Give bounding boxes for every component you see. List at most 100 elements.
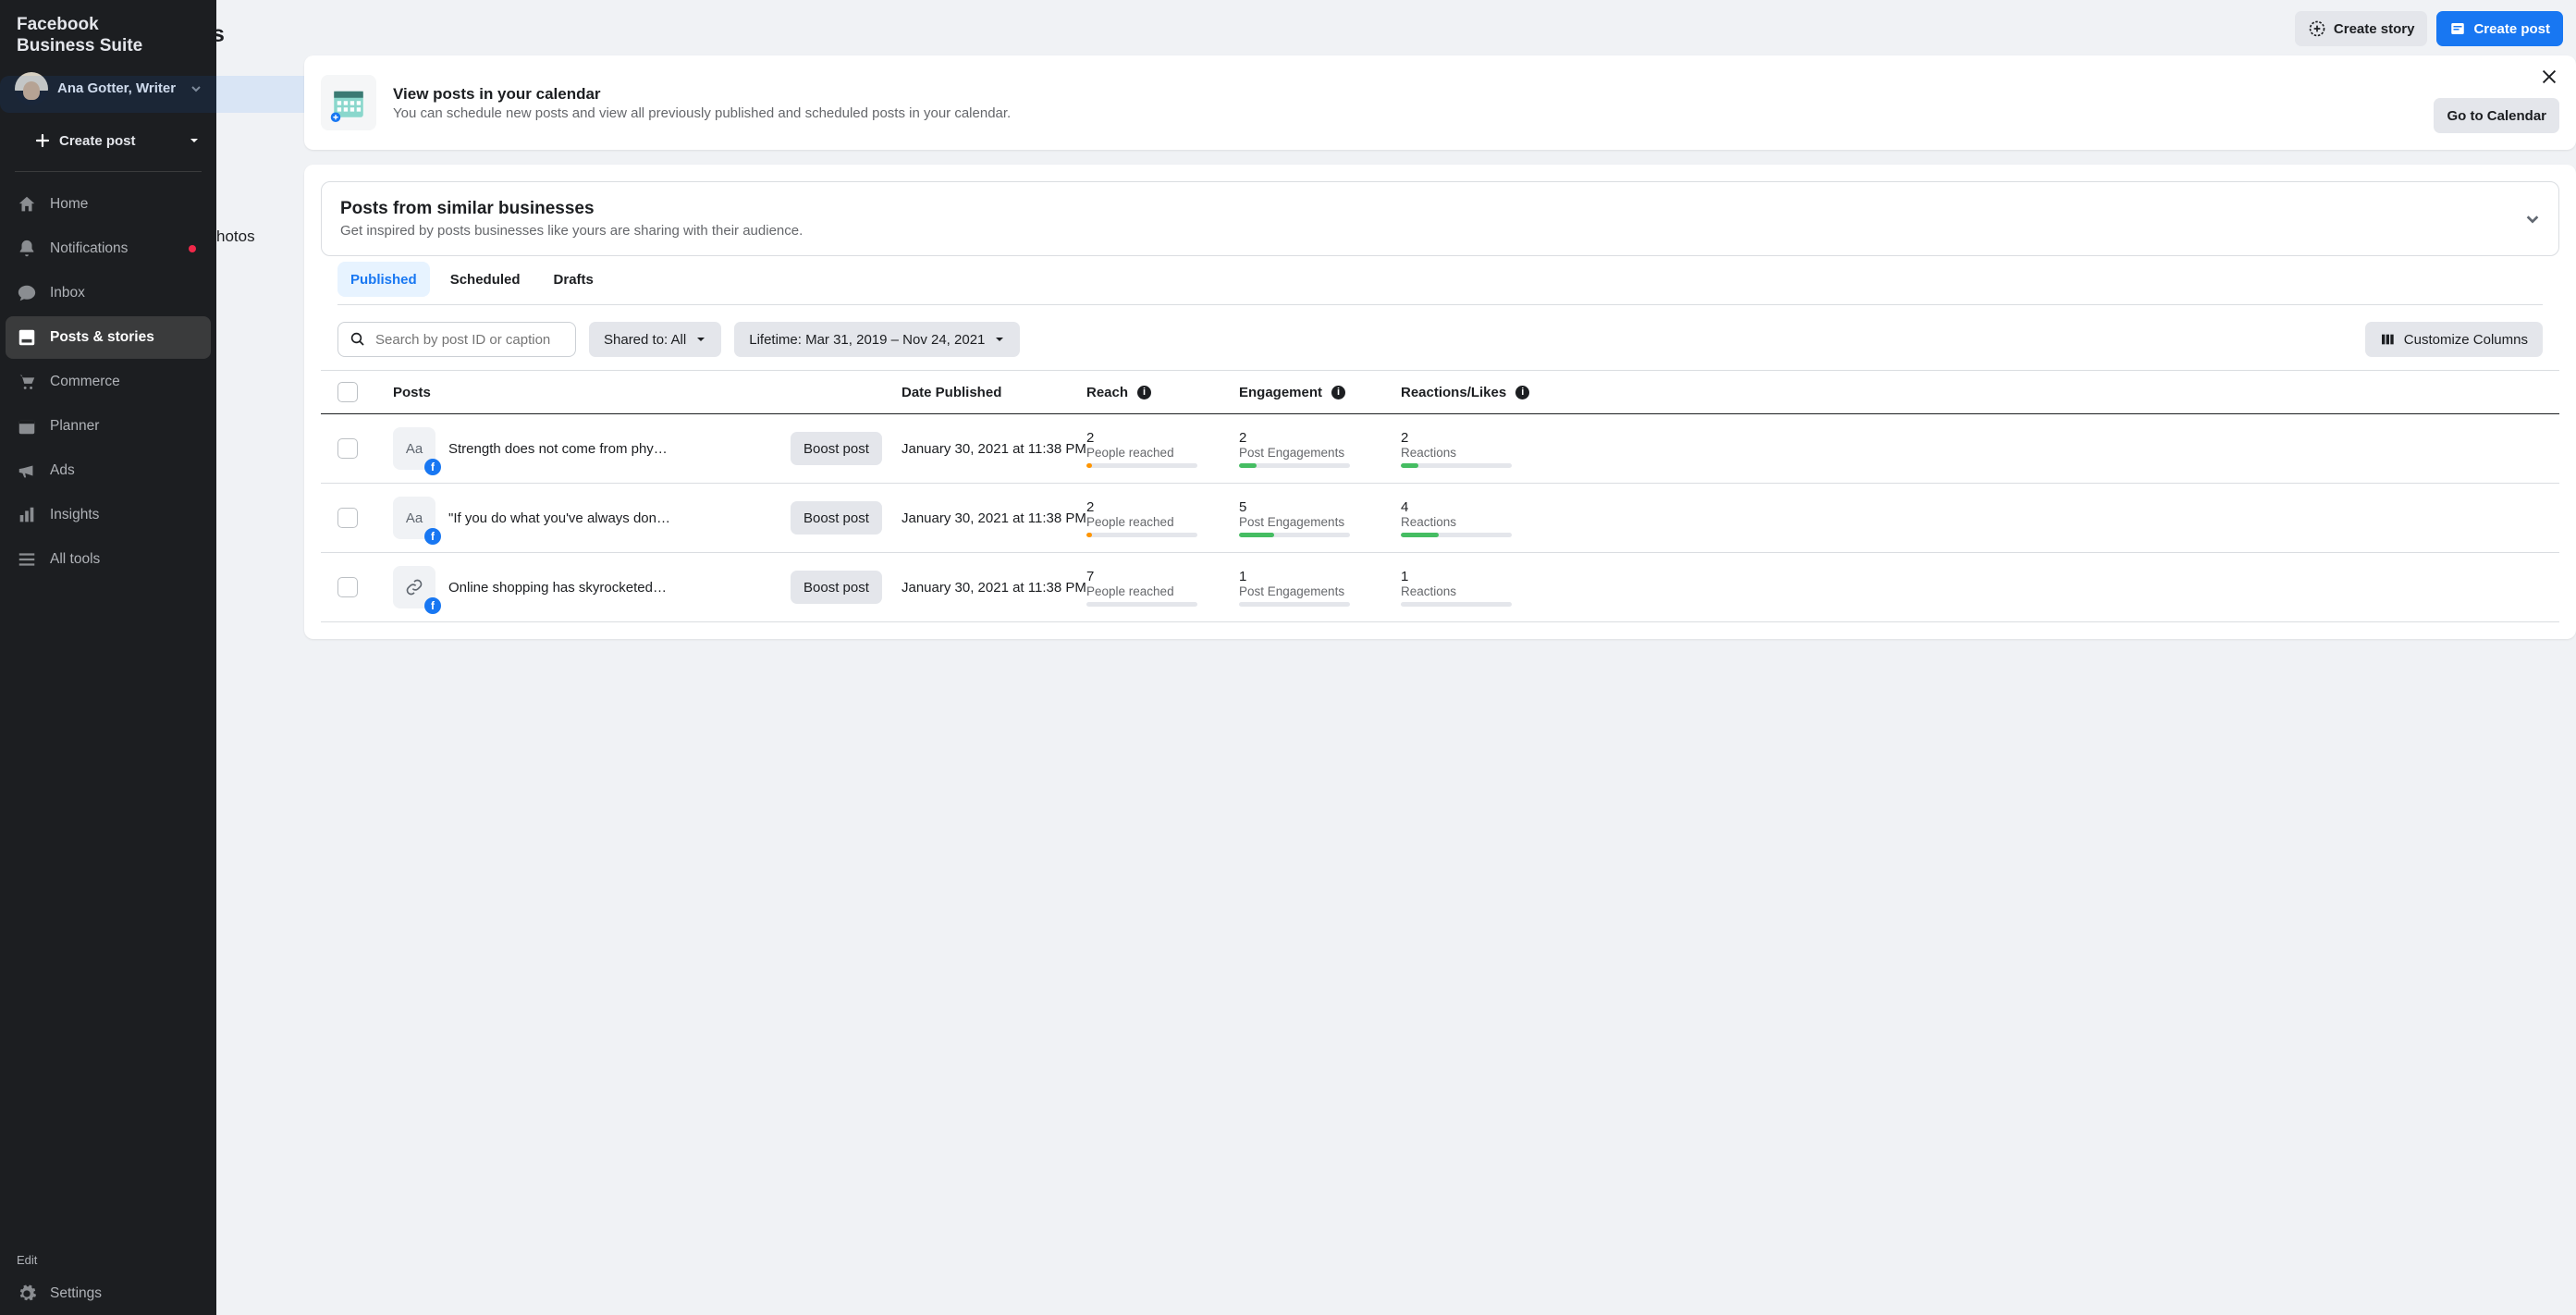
facebook-badge-icon: f — [424, 459, 441, 475]
col-engagement: Engagementi — [1239, 385, 1401, 400]
post-title[interactable]: Strength does not come from phy… — [448, 441, 668, 457]
reach-metric: 2People reached — [1086, 430, 1239, 468]
divider — [15, 171, 202, 172]
boost-post-button[interactable]: Boost post — [791, 571, 882, 604]
profile-name: Ana Gotter, Writer — [57, 80, 181, 96]
home-icon — [17, 194, 37, 215]
chat-icon — [17, 283, 37, 303]
row-checkbox[interactable] — [337, 577, 358, 597]
primary-nav: Home Notifications Inbox Posts & stories… — [0, 183, 216, 581]
similar-title: Posts from similar businesses — [340, 199, 803, 219]
similar-subtitle: Get inspired by posts businesses like yo… — [340, 223, 803, 239]
calendar-banner: View posts in your calendar You can sche… — [304, 55, 2576, 150]
tab-published[interactable]: Published — [337, 262, 430, 297]
reach-metric: 7People reached — [1086, 569, 1239, 607]
avatar — [15, 72, 48, 105]
tab-drafts[interactable]: Drafts — [541, 262, 607, 297]
info-icon[interactable]: i — [1137, 386, 1151, 399]
posts-panel: Posts from similar businesses Get inspir… — [304, 165, 2576, 639]
chevron-down-icon — [190, 83, 202, 94]
customize-columns-button[interactable]: Customize Columns — [2365, 322, 2543, 357]
engagement-metric: 5Post Engagements — [1239, 499, 1401, 537]
menu-icon — [17, 549, 37, 570]
facebook-badge-icon: f — [424, 597, 441, 614]
profile-switcher[interactable]: Ana Gotter, Writer — [0, 65, 216, 117]
posts-icon — [17, 327, 37, 348]
cart-icon — [17, 372, 37, 392]
chevron-down-icon — [189, 135, 200, 146]
sidebar-item-commerce[interactable]: Commerce — [6, 361, 211, 403]
go-to-calendar-button[interactable]: Go to Calendar — [2434, 98, 2559, 133]
sidebar-item-insights[interactable]: Insights — [6, 494, 211, 536]
post-thumbnail: Aaf — [393, 427, 435, 470]
sidebar-item-planner[interactable]: Planner — [6, 405, 211, 448]
edit-section-label: Edit — [0, 1236, 216, 1272]
date-range-filter[interactable]: Lifetime: Mar 31, 2019 – Nov 24, 2021 — [734, 322, 1020, 357]
sidebar-item-all-tools[interactable]: All tools — [6, 538, 211, 581]
sidebar: FacebookBusiness Suite Ana Gotter, Write… — [0, 0, 216, 1315]
reactions-metric: 1Reactions — [1401, 569, 1563, 607]
info-icon[interactable]: i — [1515, 386, 1529, 399]
app-title: FacebookBusiness Suite — [0, 0, 216, 65]
sidebar-item-posts-stories[interactable]: Posts & stories — [6, 316, 211, 359]
search-input[interactable] — [375, 332, 564, 348]
similar-businesses-card[interactable]: Posts from similar businesses Get inspir… — [321, 181, 2559, 256]
topbar: Create story Create post — [216, 0, 2576, 55]
calendar-banner-subtitle: You can schedule new posts and view all … — [393, 105, 1011, 121]
create-story-button[interactable]: Create story — [2295, 11, 2428, 46]
columns-icon — [2380, 332, 2395, 347]
post-icon — [2449, 20, 2466, 37]
sidebar-create-post[interactable]: Create post — [0, 117, 216, 166]
search-icon — [350, 331, 366, 348]
col-date: Date Published — [902, 385, 1086, 400]
reach-metric: 2People reached — [1086, 499, 1239, 537]
close-icon[interactable] — [2539, 67, 2559, 87]
calendar-illustration — [321, 75, 376, 130]
sidebar-item-ads[interactable]: Ads — [6, 449, 211, 492]
select-all-checkbox[interactable] — [337, 382, 358, 402]
chart-icon — [17, 505, 37, 525]
boost-post-button[interactable]: Boost post — [791, 432, 882, 465]
reactions-metric: 2Reactions — [1401, 430, 1563, 468]
post-title[interactable]: Online shopping has skyrocketed … — [448, 580, 670, 596]
engagement-metric: 1Post Engagements — [1239, 569, 1401, 607]
row-checkbox[interactable] — [337, 508, 358, 528]
megaphone-icon — [17, 461, 37, 481]
main-content: Create story Create post View posts in y… — [216, 0, 2576, 1315]
filter-bar: Shared to: All Lifetime: Mar 31, 2019 – … — [321, 322, 2559, 370]
sidebar-item-settings[interactable]: Settings — [6, 1272, 211, 1315]
bell-icon — [17, 239, 37, 259]
status-tabs: Published Scheduled Drafts — [321, 256, 2559, 304]
create-post-button[interactable]: Create post — [2436, 11, 2563, 46]
calendar-banner-title: View posts in your calendar — [393, 85, 1011, 104]
date-published: January 30, 2021 at 11:38 PM — [902, 510, 1086, 526]
facebook-badge-icon: f — [424, 528, 441, 545]
table-row: f Online shopping has skyrocketed … Boost … — [321, 553, 2559, 622]
boost-post-button[interactable]: Boost post — [791, 501, 882, 535]
sidebar-item-notifications[interactable]: Notifications — [6, 227, 211, 270]
date-published: January 30, 2021 at 11:38 PM — [902, 441, 1086, 457]
shared-to-filter[interactable]: Shared to: All — [589, 322, 721, 357]
date-published: January 30, 2021 at 11:38 PM — [902, 580, 1086, 596]
engagement-metric: 2Post Engagements — [1239, 430, 1401, 468]
row-checkbox[interactable] — [337, 438, 358, 459]
tab-scheduled[interactable]: Scheduled — [437, 262, 534, 297]
reactions-metric: 4Reactions — [1401, 499, 1563, 537]
table-row: Aaf "If you do what you've always don… Boo… — [321, 484, 2559, 553]
search-input-wrapper[interactable] — [337, 322, 576, 357]
info-icon[interactable]: i — [1331, 386, 1345, 399]
table-row: Aaf Strength does not come from phy… Boost… — [321, 414, 2559, 484]
plus-circle-icon — [2308, 19, 2326, 38]
post-title[interactable]: "If you do what you've always don… — [448, 510, 670, 526]
chevron-down-icon — [2525, 212, 2540, 227]
col-reach: Reachi — [1086, 385, 1239, 400]
post-thumbnail: f — [393, 566, 435, 608]
post-thumbnail: Aaf — [393, 497, 435, 539]
col-posts: Posts — [393, 385, 791, 400]
notification-dot — [189, 245, 196, 252]
col-reactions: Reactions/Likesi — [1401, 385, 1563, 400]
sidebar-item-inbox[interactable]: Inbox — [6, 272, 211, 314]
calendar-icon — [17, 416, 37, 436]
gear-icon — [17, 1284, 37, 1304]
sidebar-item-home[interactable]: Home — [6, 183, 211, 226]
